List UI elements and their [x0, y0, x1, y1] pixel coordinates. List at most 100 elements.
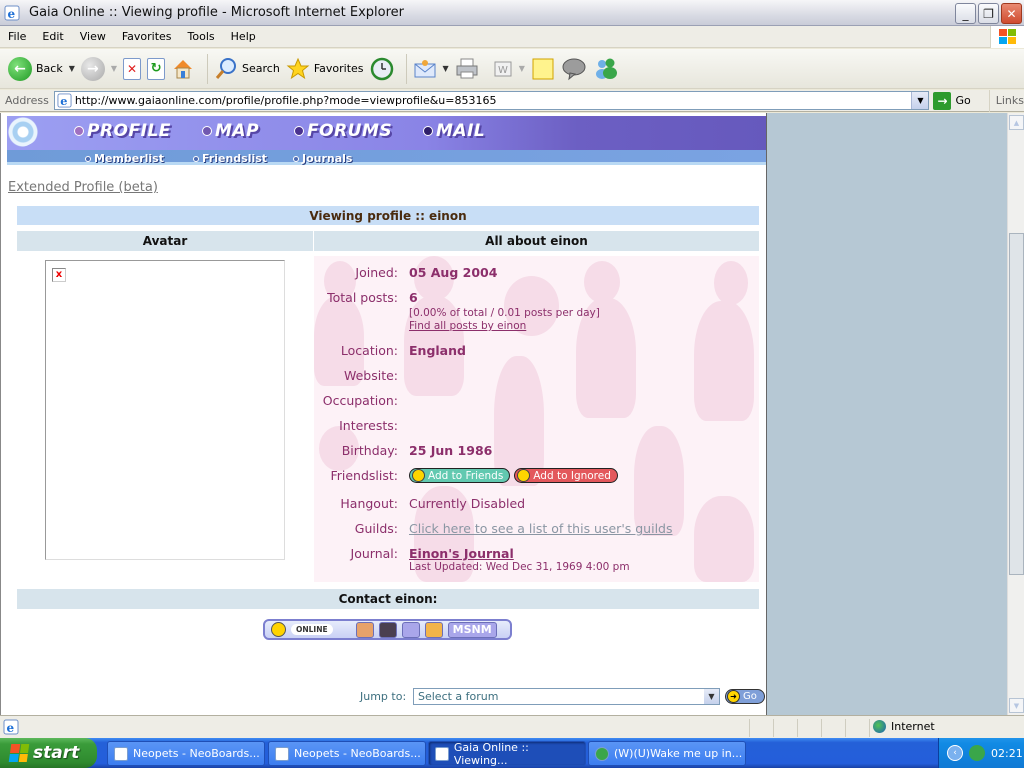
msnm-button[interactable]: MSNM: [447, 621, 497, 638]
avatar-header: Avatar: [17, 231, 313, 251]
windows-flag-icon: [8, 744, 30, 762]
start-button[interactable]: start: [0, 738, 97, 768]
guilds-link[interactable]: Click here to see a list of this user's …: [409, 521, 673, 536]
chevron-down-icon[interactable]: ▼: [704, 689, 719, 704]
window-title: Gaia Online :: Viewing profile - Microso…: [29, 5, 404, 20]
history-button[interactable]: [370, 57, 394, 81]
favorites-button[interactable]: Favorites: [286, 57, 364, 81]
nav-friendslist[interactable]: Friendslist: [193, 152, 267, 165]
edit-dropdown-icon[interactable]: ▼: [519, 64, 525, 73]
svg-text:W: W: [498, 65, 508, 76]
speech-bubble-icon: [562, 58, 586, 80]
aim-icon[interactable]: [355, 621, 374, 638]
refresh-button[interactable]: ↻: [147, 57, 166, 80]
forward-button[interactable]: →: [80, 56, 105, 81]
menu-help[interactable]: Help: [223, 30, 264, 43]
globe-icon: [873, 720, 886, 733]
print-button[interactable]: [455, 57, 479, 81]
close-button[interactable]: ✕: [1001, 3, 1022, 24]
menu-tools[interactable]: Tools: [180, 30, 223, 43]
history-icon: [370, 57, 393, 80]
scroll-down-button[interactable]: ▼: [1009, 698, 1024, 713]
journal-updated: Last Updated: Wed Dec 31, 1969 4:00 pm: [409, 561, 630, 573]
field-birthday: Birthday: 25 Jun 1986: [314, 443, 759, 461]
nav-dot-icon: [423, 126, 433, 136]
jump-selected: Select a forum: [418, 690, 499, 703]
online-smiley-icon: [271, 622, 286, 637]
search-button[interactable]: Search: [214, 57, 280, 81]
add-to-friends-button[interactable]: Add to Friends: [409, 468, 511, 483]
taskbar-item-neopets-1[interactable]: Neopets - NeoBoards...: [107, 741, 265, 766]
mail-dropdown-icon[interactable]: ▼: [443, 64, 449, 73]
go-button[interactable]: → Go: [933, 91, 971, 110]
svg-text:e: e: [60, 94, 67, 108]
total-posts-label: Total posts:: [327, 290, 398, 305]
menu-edit[interactable]: Edit: [34, 30, 71, 43]
back-label: Back: [36, 62, 63, 75]
edit-button[interactable]: W: [493, 59, 513, 79]
extended-profile-link[interactable]: Extended Profile (beta): [8, 180, 158, 195]
scroll-thumb[interactable]: [1009, 233, 1024, 575]
find-posts-link[interactable]: Find all posts by einon: [409, 320, 526, 332]
svg-text:e: e: [8, 7, 16, 21]
trade-arrows-icon[interactable]: [424, 621, 443, 638]
menubar: File Edit View Favorites Tools Help: [0, 26, 1024, 48]
add-to-ignored-button[interactable]: Add to Ignored: [514, 468, 618, 483]
minimize-button[interactable]: _: [955, 3, 976, 24]
vertical-scrollbar[interactable]: ▲ ▼: [1007, 113, 1024, 715]
jump-forum-select[interactable]: Select a forum ▼: [413, 688, 720, 705]
nav-dot-icon: [202, 126, 212, 136]
nav-map[interactable]: MAP: [202, 121, 259, 141]
journal-book-icon[interactable]: [378, 621, 397, 638]
nav-mail[interactable]: MAIL: [423, 121, 485, 141]
back-button[interactable]: ← Back: [8, 56, 63, 81]
restore-button[interactable]: ❐: [978, 3, 999, 24]
friendslist-label: Friendslist:: [330, 468, 398, 483]
nav-journals[interactable]: Journals: [293, 152, 352, 165]
journal-link[interactable]: Einon's Journal: [409, 546, 514, 561]
nav-sub-dot-icon: [293, 155, 299, 162]
security-zone: Internet: [873, 720, 935, 733]
address-dropdown-icon[interactable]: ▼: [911, 92, 929, 109]
address-input[interactable]: e http://www.gaiaonline.com/profile/prof…: [53, 91, 930, 110]
taskbar: start Neopets - NeoBoards... Neopets - N…: [0, 738, 1024, 768]
joined-value: 05 Aug 2004: [409, 265, 498, 280]
toolbar-separator: [207, 53, 209, 84]
forward-dropdown-icon[interactable]: ▼: [111, 64, 117, 73]
location-value: England: [409, 343, 466, 358]
profile-header: Viewing profile :: einon: [17, 206, 759, 225]
taskbar-item-neopets-2[interactable]: Neopets - NeoBoards...: [268, 741, 426, 766]
pm-chat-icon[interactable]: [401, 621, 420, 638]
mail-button[interactable]: [413, 57, 437, 81]
messenger-tray-icon[interactable]: [969, 745, 985, 761]
star-icon: [286, 57, 310, 79]
menu-favorites[interactable]: Favorites: [114, 30, 180, 43]
links-button[interactable]: Links: [988, 89, 1024, 112]
nav-sub-dot-icon: [85, 155, 91, 162]
field-location: Location: England: [314, 343, 759, 361]
scroll-up-button[interactable]: ▲: [1009, 115, 1024, 130]
messenger-button[interactable]: [593, 57, 619, 81]
notes-button[interactable]: [531, 57, 555, 81]
taskbar-item-gaia[interactable]: Gaia Online :: Viewing...: [428, 741, 586, 767]
taskbar-item-msn-chat[interactable]: (W)(U)Wake me up in...: [588, 741, 746, 766]
windows-logo-icon: [990, 26, 1024, 48]
home-button[interactable]: [171, 57, 195, 81]
nav-forums[interactable]: FORUMS: [294, 121, 392, 141]
menu-view[interactable]: View: [72, 30, 114, 43]
show-hidden-icons-button[interactable]: ‹: [947, 745, 963, 761]
field-website: Website:: [314, 368, 759, 386]
page-status-icon: e: [3, 719, 19, 735]
print-icon: [456, 58, 478, 78]
nav-memberlist[interactable]: Memberlist: [85, 152, 164, 165]
discuss-button[interactable]: [561, 57, 587, 81]
website-label: Website:: [343, 368, 398, 383]
nav-profile[interactable]: PROFILE: [74, 121, 171, 141]
stop-button[interactable]: ✕: [123, 57, 142, 80]
broken-image-icon: x: [52, 268, 66, 282]
menu-file[interactable]: File: [0, 30, 34, 43]
jump-go-button[interactable]: ➜ Go: [725, 689, 765, 704]
avatar-frame: x: [45, 260, 285, 560]
back-dropdown-icon[interactable]: ▼: [69, 64, 75, 73]
field-hangout: Hangout: Currently Disabled: [314, 496, 759, 514]
